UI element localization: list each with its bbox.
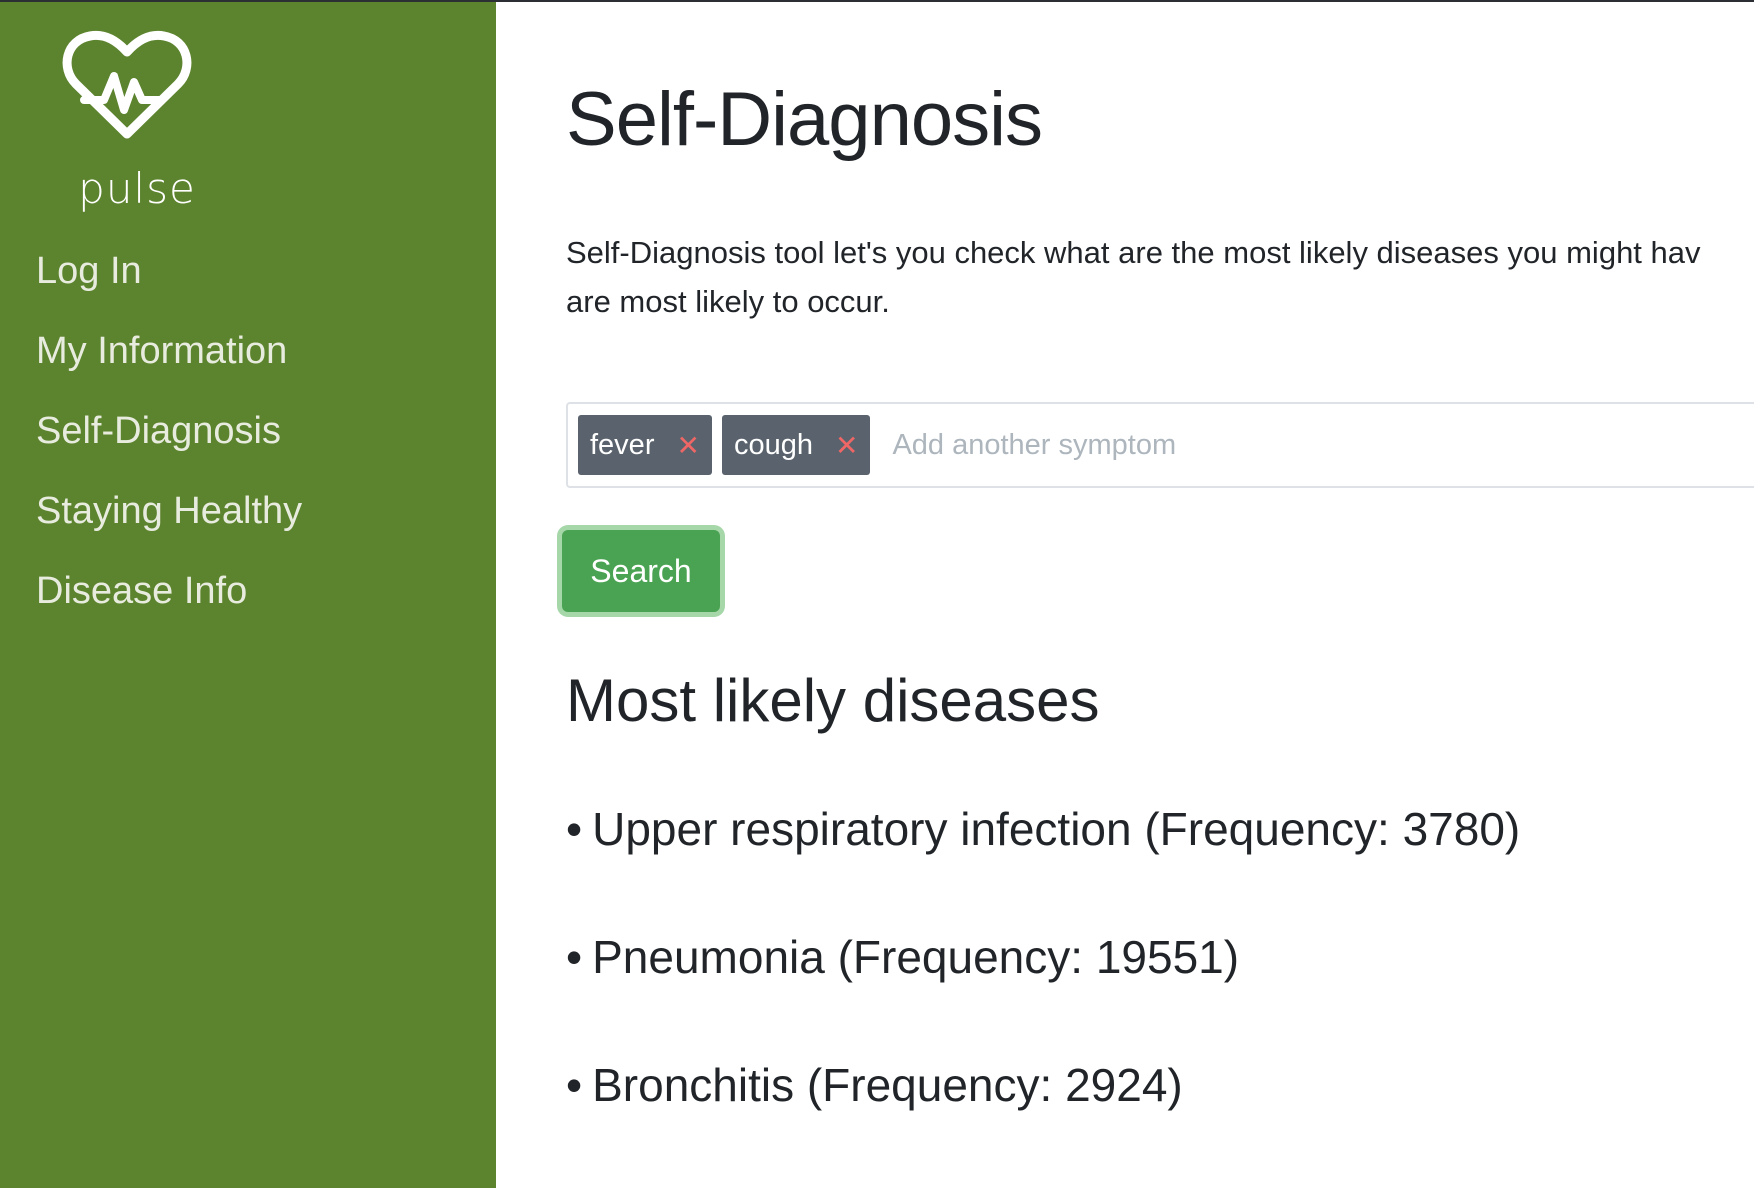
result-text: Upper respiratory infection (Frequency: … <box>592 803 1521 855</box>
list-item: • Upper respiratory infection (Frequency:… <box>566 802 1520 930</box>
symptom-tag: cough ✕ <box>721 415 871 475</box>
bullet: • <box>566 1059 583 1111</box>
symptom-tag-input[interactable]: fever ✕ cough ✕ <box>566 402 1754 488</box>
result-text: Pneumonia (Frequency: 19551) <box>592 931 1240 983</box>
list-item: • Pneumonia (Frequency: 19551) <box>566 930 1520 1058</box>
list-item: • Bronchitis (Frequency: 2924) <box>566 1058 1520 1186</box>
search-button[interactable]: Search <box>562 530 720 612</box>
symptom-tag-label: cough <box>733 428 813 461</box>
bullet: • <box>566 931 583 983</box>
symptom-tag: fever ✕ <box>578 415 712 475</box>
nav-item-log-in[interactable]: Log In <box>36 242 302 322</box>
bullet: • <box>566 803 583 855</box>
symptom-input[interactable] <box>880 415 1481 475</box>
results-heading: Most likely diseases <box>566 667 1100 734</box>
nav-item-my-information[interactable]: My Information <box>36 322 302 402</box>
close-icon[interactable]: ✕ <box>676 429 699 462</box>
nav-item-self-diagnosis[interactable]: Self-Diagnosis <box>36 402 302 482</box>
nav-item-disease-info[interactable]: Disease Info <box>36 562 302 642</box>
sidebar: pulse Log In My Information Self-Diagnos… <box>0 2 496 1188</box>
description-line: are most likely to occur. <box>566 284 890 319</box>
result-text: Bronchitis (Frequency: 2924) <box>592 1059 1183 1111</box>
symptom-tag-label: fever <box>590 428 655 461</box>
brand-logo[interactable]: pulse <box>62 26 212 216</box>
description-line: Self-Diagnosis tool let's you check what… <box>566 235 1701 270</box>
main-content: Self-Diagnosis Self-Diagnosis tool let's… <box>496 2 1754 1188</box>
page-description: Self-Diagnosis tool let's you check what… <box>566 228 1754 326</box>
results-list: • Upper respiratory infection (Frequency:… <box>566 802 1520 1186</box>
page-title: Self-Diagnosis <box>566 77 1043 162</box>
nav-item-staying-healthy[interactable]: Staying Healthy <box>36 482 302 562</box>
sidebar-nav: Log In My Information Self-Diagnosis Sta… <box>36 242 302 642</box>
heart-pulse-icon <box>62 30 192 139</box>
brand-name: pulse <box>78 164 196 213</box>
close-icon[interactable]: ✕ <box>835 429 858 462</box>
